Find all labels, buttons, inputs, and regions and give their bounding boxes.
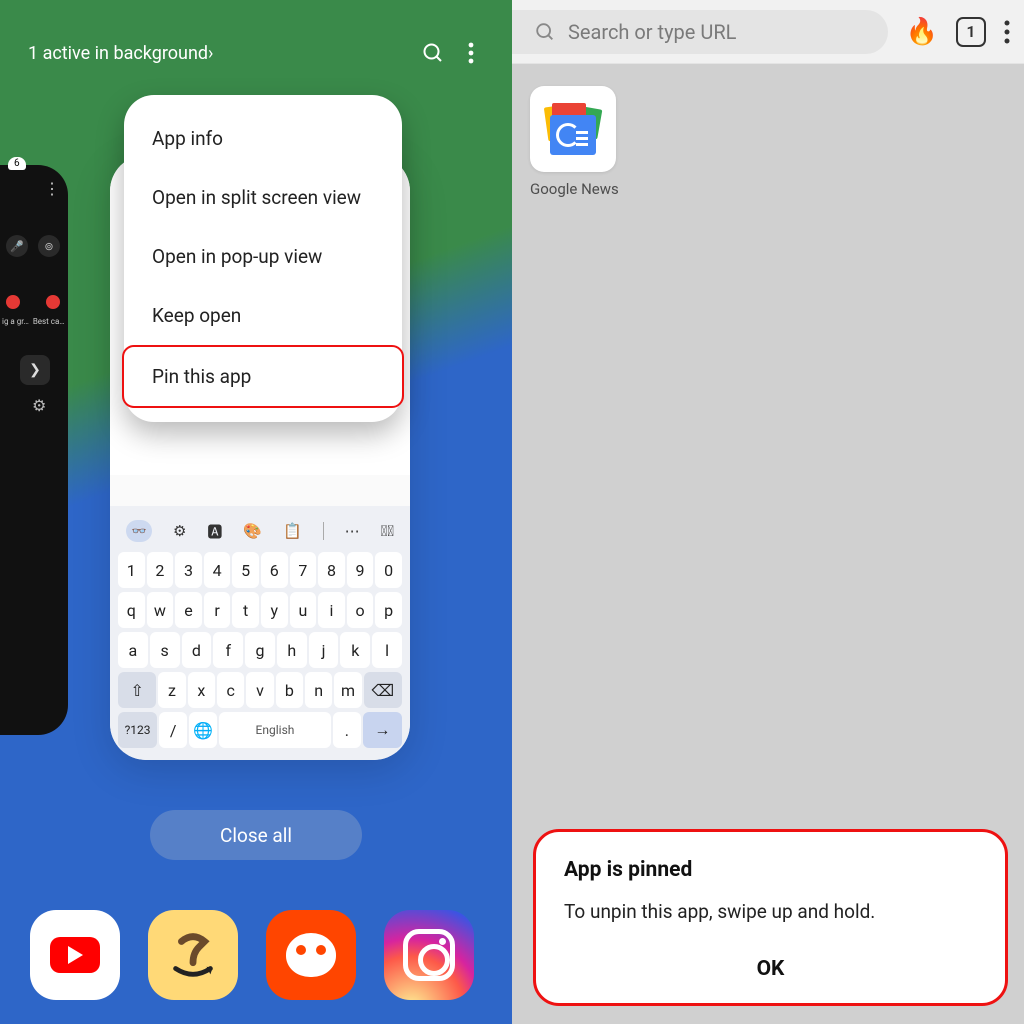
- tab-switcher-button[interactable]: 1: [956, 17, 986, 47]
- key-2[interactable]: 2: [147, 552, 174, 588]
- recents-header: 1 active in background›: [0, 40, 512, 66]
- period-key[interactable]: .: [333, 712, 361, 748]
- close-all-button[interactable]: Close all: [150, 810, 362, 860]
- clipboard-icon[interactable]: 📋: [283, 522, 302, 540]
- browser-pane: Search or type URL 🔥 1 Google News App i…: [512, 0, 1024, 1024]
- app-context-menu: App info Open in split screen view Open …: [124, 95, 402, 422]
- mic-off-icon[interactable]: 🎙̸: [381, 522, 394, 540]
- lens-icon: ⊚: [38, 235, 60, 257]
- key-x[interactable]: x: [188, 672, 215, 708]
- menu-item-popup-view[interactable]: Open in pop-up view: [124, 227, 402, 286]
- key-8[interactable]: 8: [318, 552, 345, 588]
- key-k[interactable]: k: [340, 632, 370, 668]
- dock-app-amazon[interactable]: [148, 910, 238, 1000]
- key-f[interactable]: f: [213, 632, 243, 668]
- globe-key[interactable]: 🌐: [189, 712, 217, 748]
- search-icon: [534, 21, 556, 43]
- app-pinned-dialog: App is pinned To unpin this app, swipe u…: [533, 829, 1008, 1006]
- key-b[interactable]: b: [276, 672, 303, 708]
- key-j[interactable]: j: [309, 632, 339, 668]
- ok-button[interactable]: OK: [564, 951, 977, 983]
- key-s[interactable]: s: [150, 632, 180, 668]
- key-c[interactable]: c: [217, 672, 244, 708]
- key-p[interactable]: p: [375, 592, 402, 628]
- previous-app-card[interactable]: 6 ⋮ 🎤 ⊚ ig a gr… Best ca… ❯ ⚙: [0, 165, 68, 735]
- menu-item-pin-this-app[interactable]: Pin this app: [122, 345, 404, 408]
- key-l[interactable]: l: [372, 632, 402, 668]
- key-t[interactable]: t: [232, 592, 259, 628]
- key-r[interactable]: r: [204, 592, 231, 628]
- key-3[interactable]: 3: [175, 552, 202, 588]
- key-5[interactable]: 5: [232, 552, 259, 588]
- search-icon[interactable]: [420, 40, 446, 66]
- bookmark-tile-google-news[interactable]: Google News: [530, 86, 619, 198]
- incognito-icon[interactable]: 👓: [126, 520, 152, 542]
- key-6[interactable]: 6: [261, 552, 288, 588]
- recents-overview-pane: 1 active in background› 6 ⋮ 🎤 ⊚ ig a gr……: [0, 0, 512, 1024]
- menu-item-keep-open[interactable]: Keep open: [124, 286, 402, 345]
- enter-key[interactable]: →: [363, 712, 402, 748]
- keyboard-toolbar: 👓 ⚙ 🅰 🎨 📋 ⋯ 🎙̸: [118, 514, 402, 552]
- key-q[interactable]: q: [118, 592, 145, 628]
- url-placeholder: Search or type URL: [568, 20, 736, 44]
- badge: 6: [8, 157, 26, 170]
- key-4[interactable]: 4: [204, 552, 231, 588]
- key-9[interactable]: 9: [347, 552, 374, 588]
- theme-icon[interactable]: 🎨: [243, 522, 262, 540]
- url-bar[interactable]: Search or type URL: [512, 10, 888, 54]
- menu-item-split-screen[interactable]: Open in split screen view: [124, 168, 402, 227]
- google-news-icon: [546, 103, 600, 155]
- bookmark-label: Google News: [530, 180, 619, 198]
- gear-icon[interactable]: ⚙: [173, 522, 186, 540]
- translate-icon[interactable]: 🅰: [207, 521, 222, 542]
- key-d[interactable]: d: [182, 632, 212, 668]
- key-7[interactable]: 7: [290, 552, 317, 588]
- key-w[interactable]: w: [147, 592, 174, 628]
- fire-icon[interactable]: 🔥: [906, 17, 938, 47]
- key-i[interactable]: i: [318, 592, 345, 628]
- key-h[interactable]: h: [277, 632, 307, 668]
- menu-item-app-info[interactable]: App info: [124, 109, 402, 168]
- mic-icon: 🎤: [6, 235, 28, 257]
- key-n[interactable]: n: [305, 672, 332, 708]
- key-y[interactable]: y: [261, 592, 288, 628]
- key-u[interactable]: u: [290, 592, 317, 628]
- dialog-title: App is pinned: [564, 858, 977, 882]
- more-icon[interactable]: ⋯: [345, 522, 360, 540]
- background-activity-link[interactable]: 1 active in background›: [28, 43, 213, 64]
- key-a[interactable]: a: [118, 632, 148, 668]
- key-0[interactable]: 0: [375, 552, 402, 588]
- controls-row: 🎤 ⊚: [6, 235, 60, 257]
- shift-key[interactable]: ⇧: [118, 672, 156, 708]
- key-m[interactable]: m: [334, 672, 361, 708]
- key-1[interactable]: 1: [118, 552, 145, 588]
- app-dock: [0, 895, 512, 1015]
- key-g[interactable]: g: [245, 632, 275, 668]
- dock-app-youtube[interactable]: [30, 910, 120, 1000]
- key-v[interactable]: v: [246, 672, 273, 708]
- browser-toolbar: Search or type URL 🔥 1: [512, 0, 1024, 64]
- more-icon[interactable]: ⋮: [44, 179, 60, 198]
- key-e[interactable]: e: [175, 592, 202, 628]
- slash-key[interactable]: /: [159, 712, 187, 748]
- key-z[interactable]: z: [158, 672, 185, 708]
- more-options-icon[interactable]: [1004, 20, 1010, 44]
- more-options-icon[interactable]: [458, 40, 484, 66]
- dock-app-instagram[interactable]: [384, 910, 474, 1000]
- symbols-key[interactable]: ?123: [118, 712, 157, 748]
- soft-keyboard: 👓 ⚙ 🅰 🎨 📋 ⋯ 🎙̸ 1234567890 qwertyuiop asd…: [110, 506, 410, 760]
- gear-icon[interactable]: ⚙: [32, 396, 46, 415]
- dock-app-reddit[interactable]: [266, 910, 356, 1000]
- chevron-right-icon[interactable]: ❯: [20, 355, 50, 385]
- dialog-body: To unpin this app, swipe up and hold.: [564, 900, 977, 923]
- key-o[interactable]: o: [347, 592, 374, 628]
- backspace-key[interactable]: ⌫: [364, 672, 402, 708]
- space-key[interactable]: English: [219, 712, 331, 748]
